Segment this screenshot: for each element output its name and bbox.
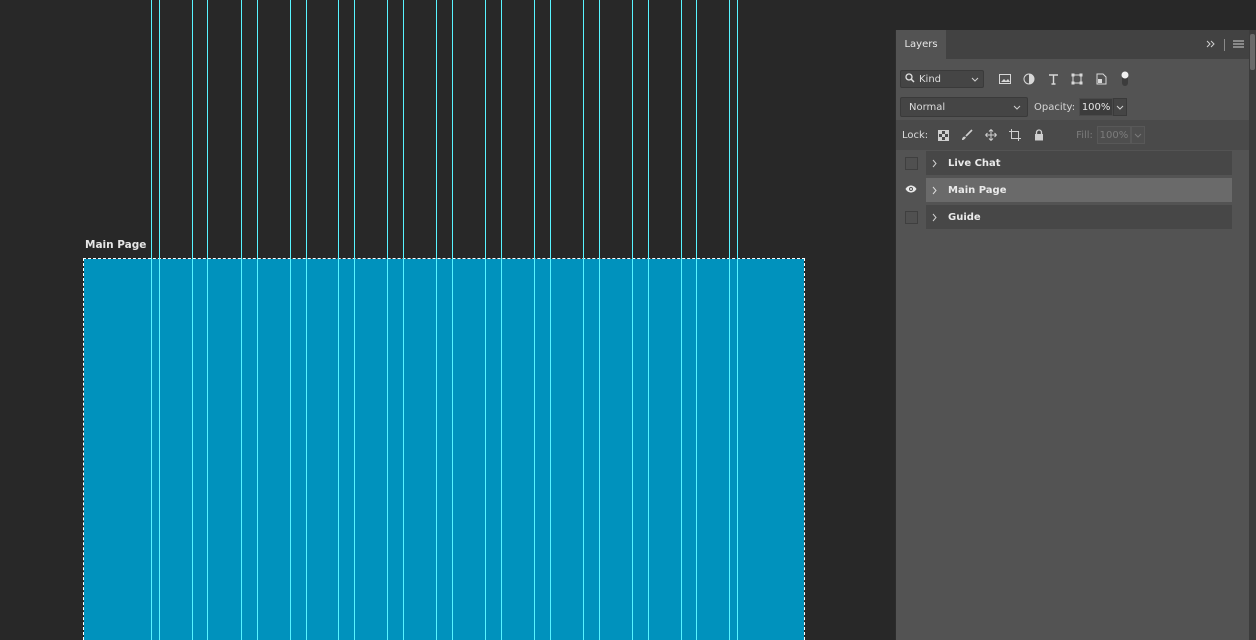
chevron-down-icon xyxy=(1013,102,1021,113)
layers-panel: Layers Kind Normal Opacity: 100% Lock: F… xyxy=(895,30,1250,640)
opacity-dropdown-button[interactable] xyxy=(1113,98,1128,116)
chevron-right-icon[interactable] xyxy=(932,186,942,195)
type-filter-icon[interactable] xyxy=(1044,70,1062,88)
layer-row-main-page[interactable]: Main Page xyxy=(896,177,1250,204)
chevron-down-icon xyxy=(1116,105,1124,110)
layer-name: Main Page xyxy=(948,184,1007,196)
layer-row-live-chat[interactable]: Live Chat xyxy=(896,150,1250,177)
panel-scrollbar-thumb[interactable] xyxy=(1250,34,1255,70)
lock-image-pixels-icon[interactable] xyxy=(958,126,976,144)
panel-tabbar: Layers xyxy=(896,30,1250,59)
collapse-panel-icon[interactable] xyxy=(1206,38,1216,51)
adjustment-filter-icon[interactable] xyxy=(1020,70,1038,88)
fill-label: Fill: xyxy=(1076,129,1093,141)
blend-mode-select[interactable]: Normal xyxy=(900,97,1028,117)
lock-position-icon[interactable] xyxy=(982,126,1000,144)
visibility-off-box xyxy=(904,211,918,224)
visibility-toggle[interactable] xyxy=(896,150,926,177)
document-canvas[interactable]: Main Page xyxy=(0,0,895,640)
layers-list: Live Chat Main Page Guide xyxy=(896,150,1250,231)
visibility-toggle[interactable] xyxy=(896,177,926,204)
lock-label: Lock: xyxy=(902,129,929,141)
blend-mode-value: Normal xyxy=(909,101,946,113)
layer-name: Live Chat xyxy=(948,157,1001,169)
lock-transparent-pixels-icon[interactable] xyxy=(934,126,952,144)
smart-object-filter-icon[interactable] xyxy=(1092,70,1110,88)
opacity-input[interactable]: 100% xyxy=(1079,98,1114,116)
search-icon xyxy=(905,72,915,86)
artboard-main-page[interactable] xyxy=(83,258,805,640)
chevron-down-icon xyxy=(971,74,979,85)
artboard-label[interactable]: Main Page xyxy=(85,239,146,251)
opacity-label: Opacity: xyxy=(1034,101,1076,113)
chevron-down-icon xyxy=(1134,133,1142,138)
shape-filter-icon[interactable] xyxy=(1068,70,1086,88)
fill-input[interactable]: 100% xyxy=(1096,126,1131,144)
filter-toggle-icon[interactable] xyxy=(1116,70,1134,88)
layer-name: Guide xyxy=(948,211,981,223)
tab-layers[interactable]: Layers xyxy=(896,30,946,59)
visibility-off-box xyxy=(904,157,918,170)
tabbar-divider xyxy=(1224,38,1225,51)
eye-icon xyxy=(905,185,917,196)
layer-row-guide[interactable]: Guide xyxy=(896,204,1250,231)
lock-artboard-icon[interactable] xyxy=(1006,126,1024,144)
fill-dropdown-button[interactable] xyxy=(1130,126,1145,144)
chevron-right-icon[interactable] xyxy=(932,213,942,222)
filter-kind-select[interactable]: Kind xyxy=(900,70,984,88)
chevron-right-icon[interactable] xyxy=(932,159,942,168)
panel-menu-icon[interactable] xyxy=(1233,38,1244,51)
filter-kind-label: Kind xyxy=(919,73,942,85)
visibility-toggle[interactable] xyxy=(896,204,926,231)
lock-row: Lock: Fill: 100% xyxy=(896,120,1250,150)
lock-all-icon[interactable] xyxy=(1030,126,1048,144)
panel-scrollbar[interactable] xyxy=(1249,30,1256,640)
image-filter-icon[interactable] xyxy=(996,70,1014,88)
